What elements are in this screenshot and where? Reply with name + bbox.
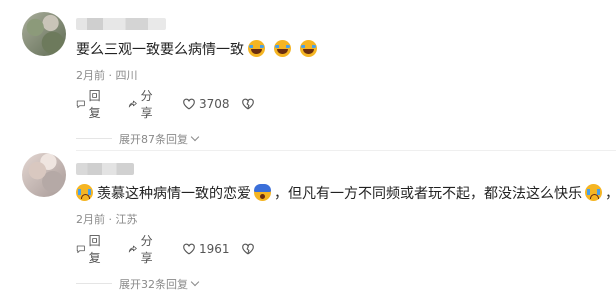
- like-count: 1961: [199, 242, 230, 256]
- expand-replies-text: 展开32条回复: [119, 278, 188, 291]
- username-blurred[interactable]: [76, 163, 134, 175]
- reply-label: 回复: [88, 89, 101, 120]
- comment-location: 四川: [115, 69, 138, 82]
- laugh-cry-emoji-icon: [248, 40, 265, 57]
- shocked-emoji-icon: [254, 184, 271, 201]
- share-label: 分享: [140, 89, 153, 120]
- broken-heart-icon: [242, 243, 254, 255]
- comment-text-part-b: ，但凡有一方不同频或者玩不起，都没法这么快乐: [274, 186, 582, 202]
- broken-heart-icon: [242, 98, 254, 110]
- dislike-button[interactable]: [241, 240, 258, 258]
- reply-button[interactable]: 回复: [76, 89, 105, 120]
- comment-time: 2月前: [76, 213, 105, 226]
- comment-time: 2月前: [76, 69, 105, 82]
- avatar[interactable]: [22, 153, 66, 197]
- reply-label: 回复: [88, 234, 101, 265]
- crying-emoji-icon: [585, 184, 602, 201]
- like-button[interactable]: 3708: [182, 95, 230, 113]
- comment-text: 羡慕这种病情一致的恋爱 ，但凡有一方不同频或者玩不起，都没法这么快乐 ，: [76, 184, 616, 204]
- like-button[interactable]: 1961: [182, 240, 230, 258]
- expand-replies-label[interactable]: 展开32条回复: [119, 276, 200, 292]
- expand-replies-label[interactable]: 展开87条回复: [119, 131, 200, 147]
- reply-icon: [76, 245, 85, 253]
- laugh-cry-emoji-icon: [300, 40, 317, 57]
- reply-icon: [76, 100, 85, 108]
- comment-text: 要么三观一致要么病情一致: [76, 40, 322, 60]
- share-button[interactable]: 分享: [128, 234, 157, 265]
- chevron-down-icon: [190, 132, 200, 142]
- share-icon: [128, 100, 137, 108]
- expand-divider-line: [76, 283, 112, 284]
- avatar[interactable]: [22, 12, 66, 56]
- crying-emoji-icon: [76, 184, 93, 201]
- comment-text-part-a: 羡慕这种病情一致的恋爱: [97, 186, 251, 202]
- laugh-cry-emoji-icon: [274, 40, 291, 57]
- chevron-down-icon: [190, 277, 200, 287]
- username-blurred[interactable]: [76, 18, 166, 30]
- reply-button[interactable]: 回复: [76, 234, 105, 265]
- expand-replies-text: 展开87条回复: [119, 133, 188, 146]
- heart-icon: [183, 98, 195, 110]
- share-icon: [128, 245, 137, 253]
- meta-separator: ·: [105, 69, 116, 82]
- expand-divider-line: [76, 138, 112, 139]
- comment-text-part-c: ，: [605, 186, 616, 202]
- comment-meta: 2月前 · 江苏: [76, 211, 138, 227]
- like-count: 3708: [199, 97, 230, 111]
- comment-text-body: 要么三观一致要么病情一致: [76, 42, 244, 58]
- comment-meta: 2月前 · 四川: [76, 67, 138, 83]
- heart-icon: [183, 243, 195, 255]
- share-label: 分享: [140, 234, 153, 265]
- meta-separator: ·: [105, 213, 116, 226]
- comment-divider: [76, 150, 616, 151]
- share-button[interactable]: 分享: [128, 89, 157, 120]
- dislike-button[interactable]: [241, 95, 258, 113]
- comment-location: 江苏: [115, 213, 138, 226]
